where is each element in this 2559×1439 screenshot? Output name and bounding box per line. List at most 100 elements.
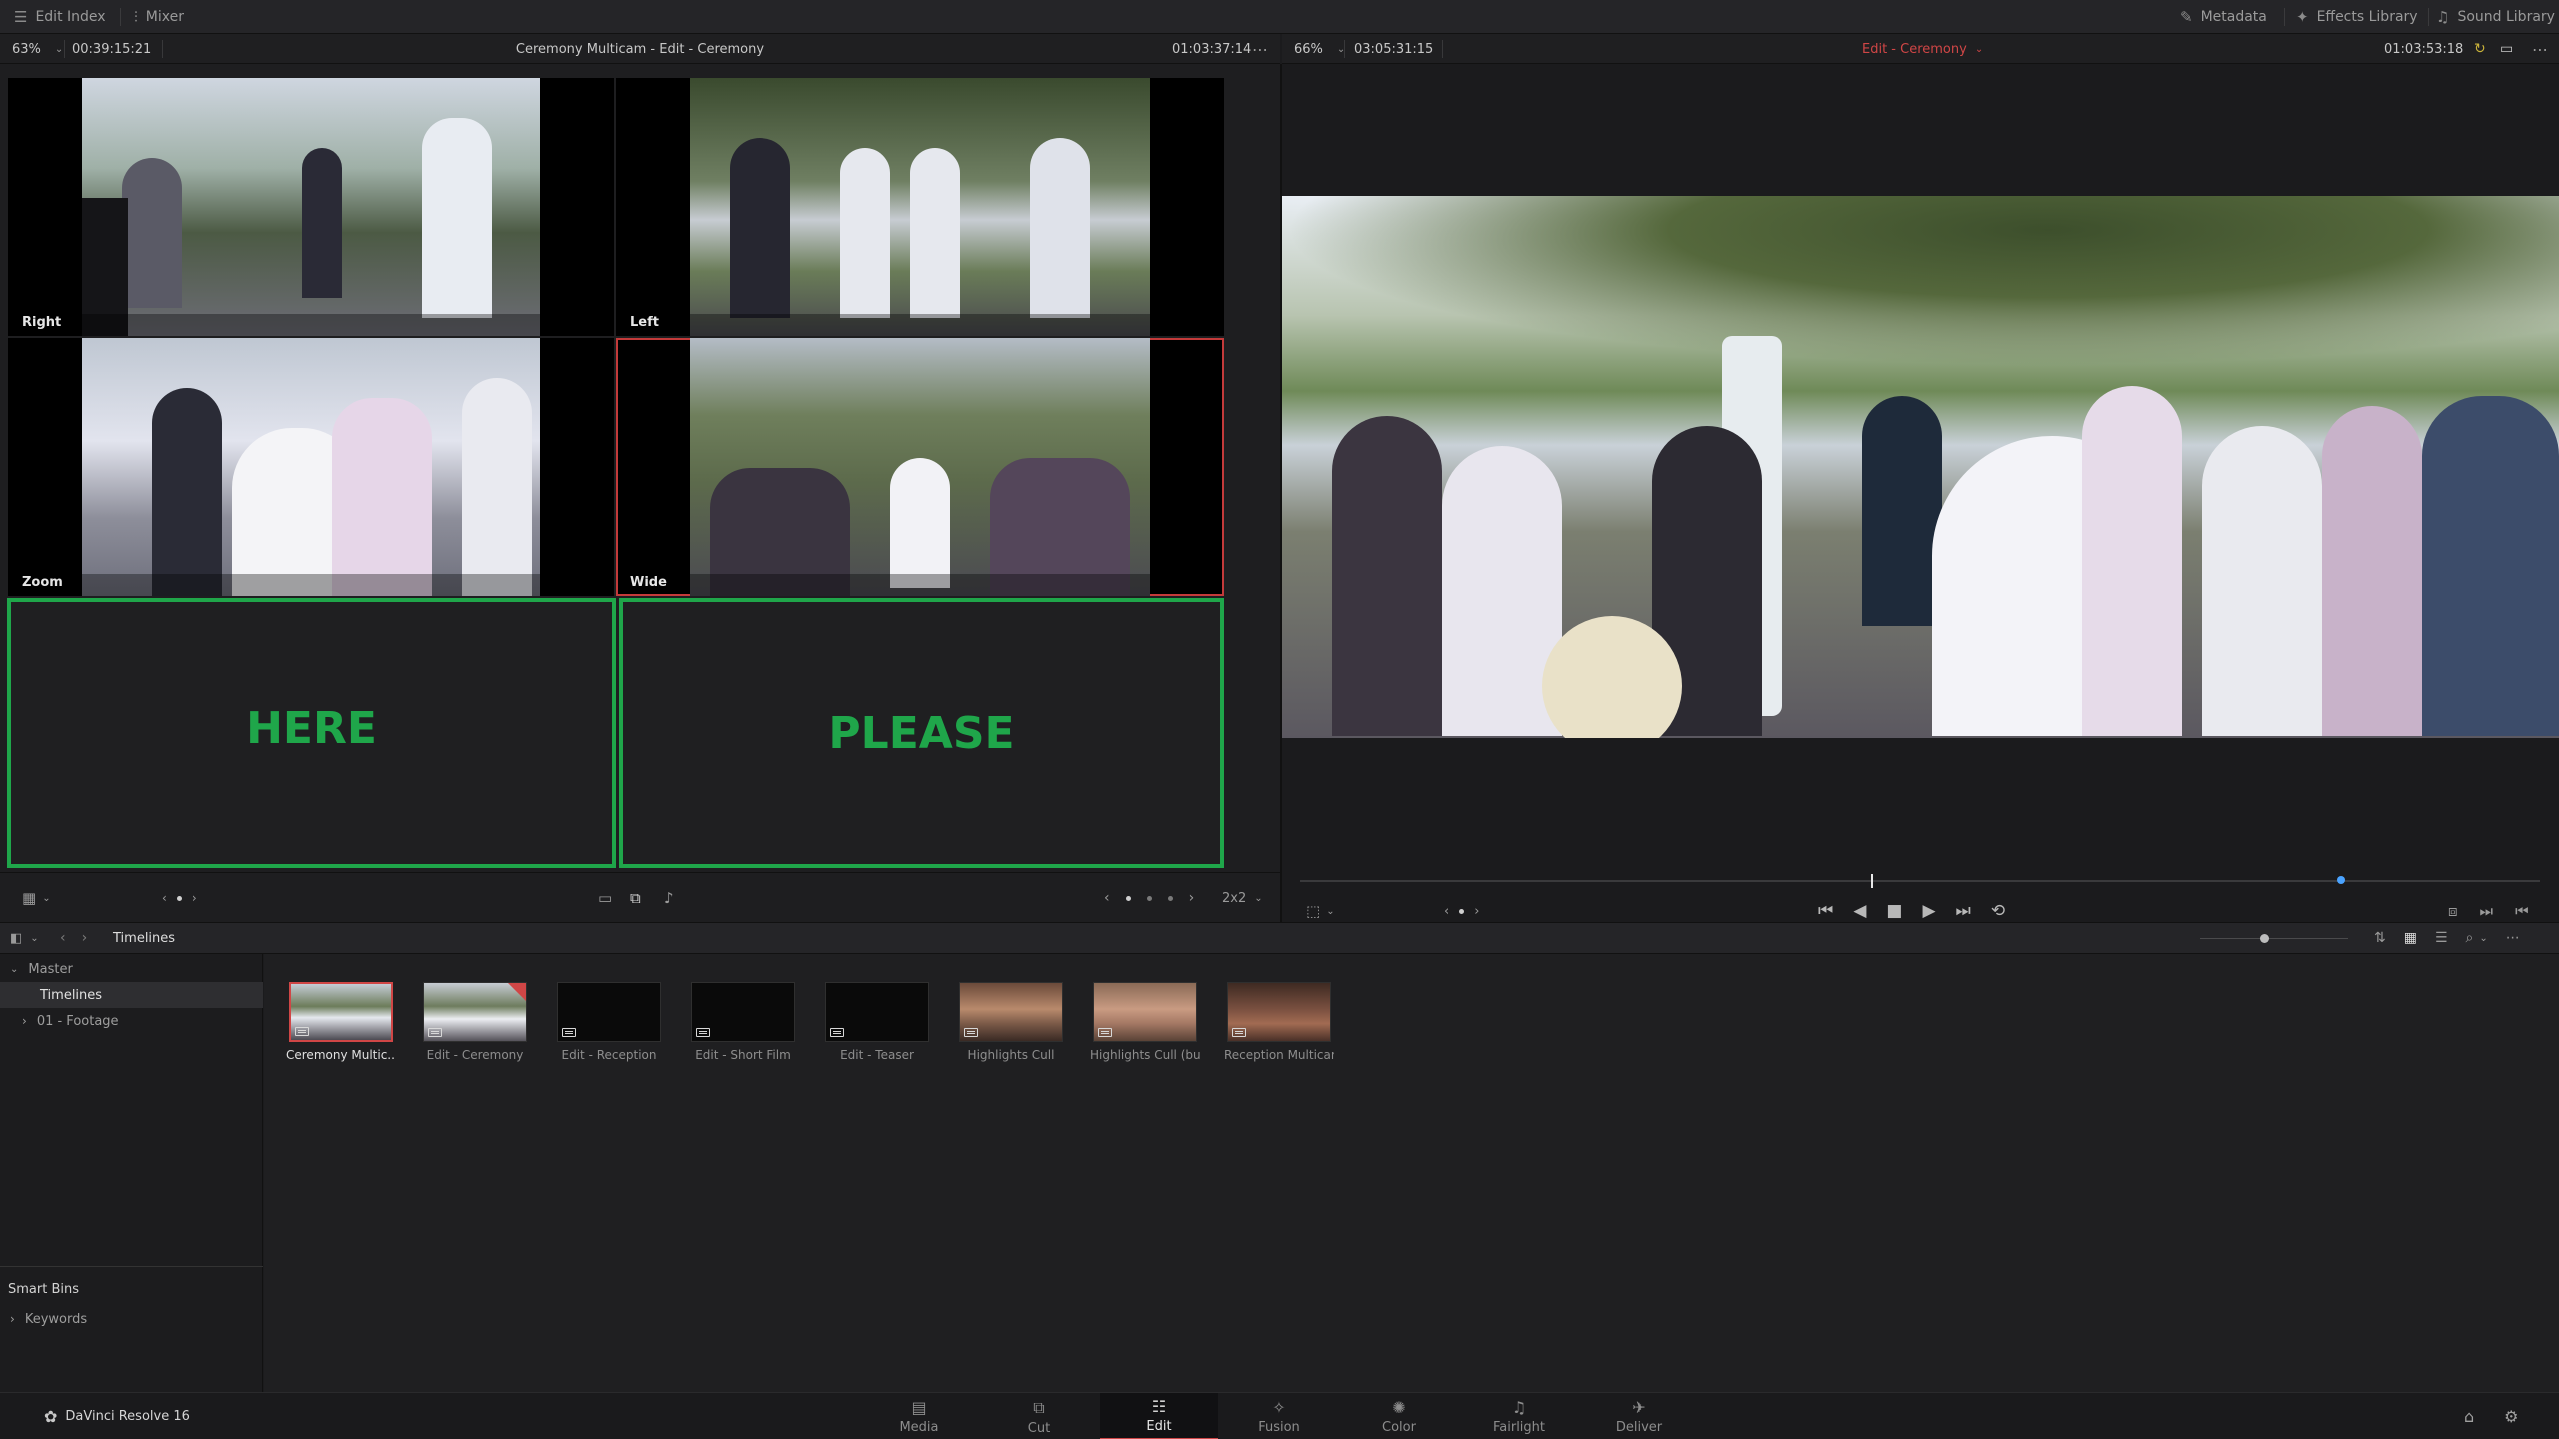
- home-icon[interactable]: ⌂: [2464, 1407, 2474, 1426]
- sidebar-toggle-icon[interactable]: ◧: [10, 931, 22, 946]
- viewer-mode-icon[interactable]: ▭: [2500, 34, 2513, 64]
- sound-library-button[interactable]: ♫ Sound Library: [2436, 0, 2555, 34]
- search-icon[interactable]: ⌕: [2466, 930, 2474, 946]
- page-tab-cut[interactable]: ⧉ Cut: [980, 1393, 1098, 1439]
- bank-pager[interactable]: ‹ ›: [1104, 873, 1194, 923]
- page-dot: [1167, 895, 1173, 901]
- slider-handle[interactable]: [2260, 934, 2269, 943]
- app-branding: ✿ DaVinci Resolve 16: [44, 1407, 190, 1426]
- active-timeline-flag: [508, 983, 526, 1001]
- page-tab-edit[interactable]: ☷ Edit: [1100, 1393, 1218, 1439]
- clip-edit-ceremony[interactable]: Edit - Ceremony: [420, 982, 530, 1062]
- bin-timelines[interactable]: Timelines: [0, 982, 263, 1008]
- overlay-box-left: HERE: [7, 598, 616, 868]
- timeline-scrubber[interactable]: [1300, 880, 2540, 882]
- play-reverse-icon[interactable]: ◀: [1853, 901, 1866, 921]
- page-dot: [1459, 908, 1465, 914]
- sound-library-icon: ♫: [2436, 8, 2450, 26]
- bin-sidebar: ⌄ Master Timelines › 01 - Footage Smart …: [0, 954, 263, 1392]
- page-navigation-bar: ✿ DaVinci Resolve 16 ▤ Media ⧉ Cut ☷ Edi…: [0, 1392, 2559, 1439]
- angle-label: Left: [630, 315, 659, 330]
- metadata-button[interactable]: ✎ Metadata: [2180, 0, 2267, 34]
- music-note-icon: ♪: [664, 889, 674, 907]
- source-duration-timecode: 01:03:37:14: [1172, 41, 1252, 57]
- next-edit-icon[interactable]: ⏭: [2480, 902, 2494, 920]
- timeline-zoom-select[interactable]: 66% ⌄: [1294, 34, 1345, 64]
- bin-footage[interactable]: › 01 - Footage: [0, 1008, 263, 1034]
- match-frame-icon[interactable]: ⧈: [2448, 902, 2458, 920]
- more-options-icon[interactable]: ⋯: [1252, 34, 1268, 64]
- nav-forward-icon[interactable]: ›: [82, 930, 88, 946]
- angle-wide[interactable]: Wide: [616, 338, 1224, 596]
- overlay-text: HERE: [246, 702, 377, 754]
- angle-right[interactable]: Right: [8, 78, 614, 336]
- list-view-icon[interactable]: ☰: [2435, 930, 2448, 946]
- previous-edit-icon[interactable]: ⏮: [2515, 902, 2529, 920]
- angle-left[interactable]: Left: [616, 78, 1224, 336]
- smart-bins-header: Smart Bins: [8, 1281, 79, 1297]
- clip-edit-teaser[interactable]: Edit - Teaser: [822, 982, 932, 1062]
- clip-thumbnail: [825, 982, 929, 1042]
- timeline-icon: [295, 1027, 309, 1036]
- nav-back-icon[interactable]: ‹: [60, 930, 66, 946]
- angle-label: Zoom: [22, 575, 63, 590]
- page-tab-media[interactable]: ▤ Media: [860, 1393, 978, 1439]
- overlay-box-right: PLEASE: [619, 598, 1224, 868]
- thumbnail-size-slider[interactable]: [2200, 938, 2348, 939]
- edit-index-button[interactable]: ☰ Edit Index: [14, 0, 106, 34]
- sort-icon[interactable]: ⇅: [2374, 930, 2386, 946]
- skip-to-start-icon[interactable]: ⏮: [1818, 901, 1833, 921]
- bin-master[interactable]: ⌄ Master: [0, 956, 263, 982]
- video-only-button[interactable]: ▭: [598, 873, 612, 923]
- fairlight-page-icon: ♫: [1511, 1398, 1527, 1417]
- edit-page-icon: ☷: [1151, 1397, 1167, 1416]
- timeline-viewer: [1282, 64, 2559, 922]
- skip-to-end-icon[interactable]: ⏭: [1956, 901, 1971, 921]
- stop-icon[interactable]: ■: [1886, 901, 1902, 921]
- grid-size-select[interactable]: 2x2 ⌄: [1222, 873, 1263, 923]
- play-icon[interactable]: ▶: [1922, 901, 1935, 921]
- mixer-button[interactable]: ⫶ Mixer: [134, 0, 184, 34]
- clip-highlights-cull[interactable]: Highlights Cull: [956, 982, 1066, 1062]
- sync-icon[interactable]: ↻: [2474, 34, 2486, 64]
- clip-thumbnail: [557, 982, 661, 1042]
- page-tab-color[interactable]: ✺ Color: [1340, 1393, 1458, 1439]
- angle-label: Wide: [630, 575, 667, 590]
- page-tab-fusion[interactable]: ✧ Fusion: [1220, 1393, 1338, 1439]
- source-zoom-select[interactable]: 63% ⌄: [12, 34, 63, 64]
- angle-pager[interactable]: ‹ ›: [162, 873, 197, 923]
- chevron-right-icon: ›: [1474, 903, 1480, 919]
- timeline-icon: [562, 1028, 576, 1037]
- clip-edit-short-film[interactable]: Edit - Short Film: [688, 982, 798, 1062]
- chevron-down-icon[interactable]: ⌄: [30, 933, 38, 944]
- page-tab-fairlight[interactable]: ♫ Fairlight: [1460, 1393, 1578, 1439]
- clip-reception-multicam[interactable]: Reception Multicam: [1224, 982, 1334, 1062]
- breadcrumb: Timelines: [113, 930, 176, 946]
- chevron-left-icon: ‹: [1444, 903, 1450, 919]
- thumbnail-view-icon[interactable]: ▦: [2404, 930, 2417, 946]
- chevron-down-icon[interactable]: ⌄: [2479, 933, 2487, 944]
- timeline-icon: [964, 1028, 978, 1037]
- source-viewer-header: 63% ⌄ 00:39:15:21 Ceremony Multicam - Ed…: [0, 34, 1280, 64]
- timeline-icon: [1232, 1028, 1246, 1037]
- clip-thumbnail: [289, 982, 393, 1042]
- chevron-right-icon: ›: [10, 1312, 15, 1326]
- overlay-text: PLEASE: [828, 707, 1015, 759]
- timeline-select[interactable]: Edit - Ceremony ⌄: [1862, 34, 1983, 64]
- gear-icon[interactable]: ⚙: [2504, 1407, 2518, 1426]
- loop-icon[interactable]: ⟲: [1991, 901, 2005, 921]
- more-options-icon[interactable]: ⋯: [2532, 34, 2548, 64]
- audio-only-button[interactable]: ♪: [664, 873, 674, 923]
- layout-menu[interactable]: ▦ ⌄: [22, 873, 51, 923]
- video-audio-button[interactable]: ⧉: [630, 873, 641, 923]
- deliver-page-icon: ✈: [1632, 1398, 1646, 1417]
- clip-edit-reception[interactable]: Edit - Reception: [554, 982, 664, 1062]
- smart-bin-keywords[interactable]: › Keywords: [0, 1306, 263, 1332]
- more-options-icon[interactable]: ⋯: [2506, 930, 2520, 946]
- clip-ceremony-multicam[interactable]: Ceremony Multic...: [286, 982, 396, 1062]
- page-tab-deliver[interactable]: ✈ Deliver: [1580, 1393, 1698, 1439]
- clip-highlights-cull-bu[interactable]: Highlights Cull (bu): [1090, 982, 1200, 1062]
- angle-zoom[interactable]: Zoom: [8, 338, 614, 596]
- effects-library-button[interactable]: ✦ Effects Library: [2296, 0, 2418, 34]
- chevron-down-icon: ⌄: [1974, 43, 1984, 55]
